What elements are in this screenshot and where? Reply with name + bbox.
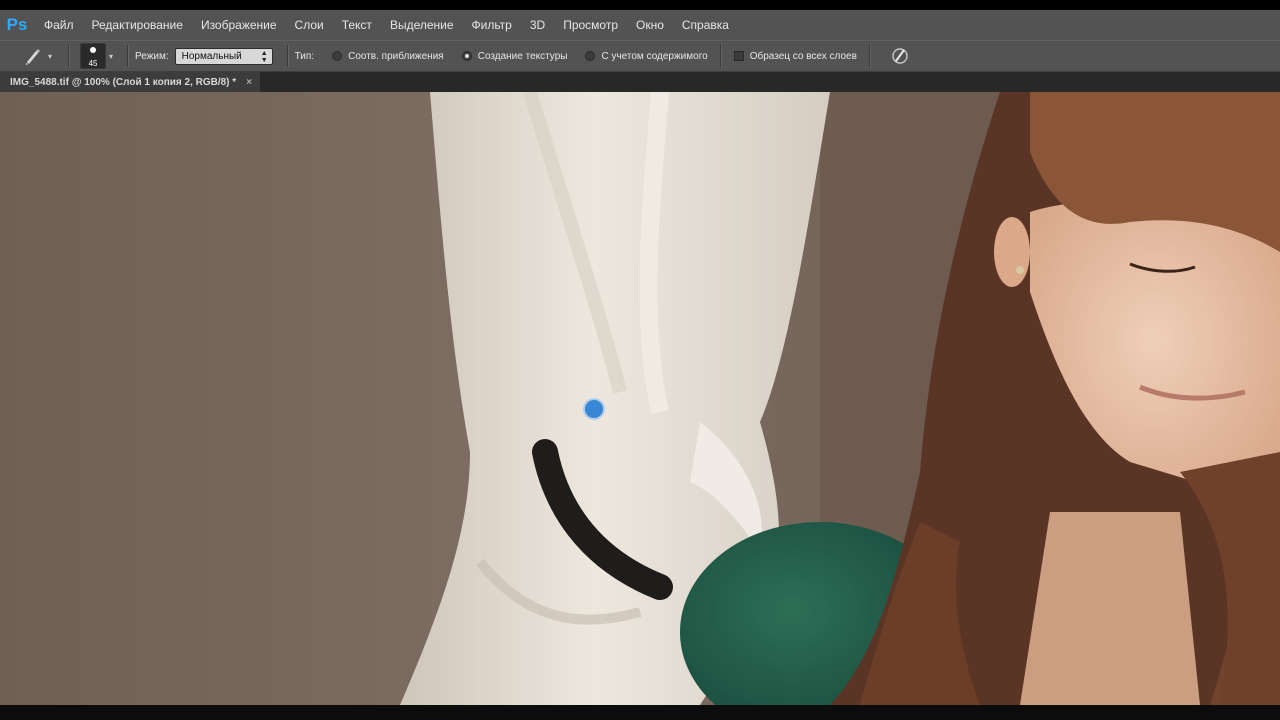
menu-text[interactable]: Текст <box>342 18 372 32</box>
mode-select-value: Нормальный <box>181 50 242 62</box>
separator <box>286 45 289 67</box>
type-content-aware-label[interactable]: С учетом содержимого <box>601 51 707 62</box>
separator <box>68 45 71 67</box>
menu-filter[interactable]: Фильтр <box>472 18 512 32</box>
menu-bar: Ps Файл Редактирование Изображение Слои … <box>0 10 1280 40</box>
close-icon[interactable]: × <box>246 77 252 88</box>
sample-all-layers-checkbox[interactable] <box>733 51 744 61</box>
type-texture-radio[interactable] <box>461 51 472 61</box>
menu-select[interactable]: Выделение <box>390 18 454 32</box>
type-texture-label[interactable]: Создание текстуры <box>478 51 568 62</box>
separator <box>719 45 722 67</box>
mode-label: Режим: <box>135 50 169 62</box>
menu-edit[interactable]: Редактирование <box>92 18 183 32</box>
menu-image[interactable]: Изображение <box>201 18 277 32</box>
type-proximity-label[interactable]: Соотв. приближения <box>348 51 444 62</box>
document-tab-bar: IMG_5488.tif @ 100% (Слой 1 копия 2, RGB… <box>0 72 1280 92</box>
document-tab[interactable]: IMG_5488.tif @ 100% (Слой 1 копия 2, RGB… <box>0 72 261 92</box>
top-strip <box>0 0 1280 10</box>
tool-preset-caret-icon[interactable]: ▾ <box>48 52 52 61</box>
bottom-strip <box>0 705 1280 720</box>
photoshop-logo: Ps <box>0 10 34 40</box>
brush-size-value: 45 <box>88 59 98 68</box>
type-label: Тип: <box>294 50 315 62</box>
logo-text: Ps <box>6 15 28 34</box>
document-tab-title: IMG_5488.tif @ 100% (Слой 1 копия 2, RGB… <box>10 76 237 88</box>
brush-picker[interactable]: 45 <box>80 43 107 69</box>
brush-picker-caret-icon[interactable]: ▾ <box>109 52 113 61</box>
brush-cursor-icon <box>585 400 603 418</box>
photo-image <box>0 92 1280 705</box>
separator <box>868 45 871 67</box>
brush-tip-icon <box>90 47 97 53</box>
options-bar: ▾ 45 ▾ Режим: Нормальный ▲ ▼ Тип: Соотв. … <box>0 40 1280 72</box>
sample-all-layers-label[interactable]: Образец со всех слоев <box>750 51 857 62</box>
select-arrows-icon: ▲ ▼ <box>260 49 268 64</box>
menu-help[interactable]: Справка <box>682 18 729 32</box>
pressure-brush-icon[interactable] <box>889 45 911 67</box>
type-proximity-radio[interactable] <box>332 51 343 61</box>
menu-view[interactable]: Просмотр <box>563 18 618 32</box>
type-content-aware-radio[interactable] <box>585 51 596 61</box>
menu-layers[interactable]: Слои <box>295 18 324 32</box>
menu-window[interactable]: Окно <box>636 18 664 32</box>
separator <box>127 45 130 67</box>
menu-file[interactable]: Файл <box>44 18 74 32</box>
document-canvas[interactable] <box>0 92 1280 705</box>
healing-brush-icon[interactable] <box>20 45 46 67</box>
mode-select[interactable]: Нормальный ▲ ▼ <box>174 47 273 65</box>
menu-3d[interactable]: 3D <box>530 18 545 32</box>
